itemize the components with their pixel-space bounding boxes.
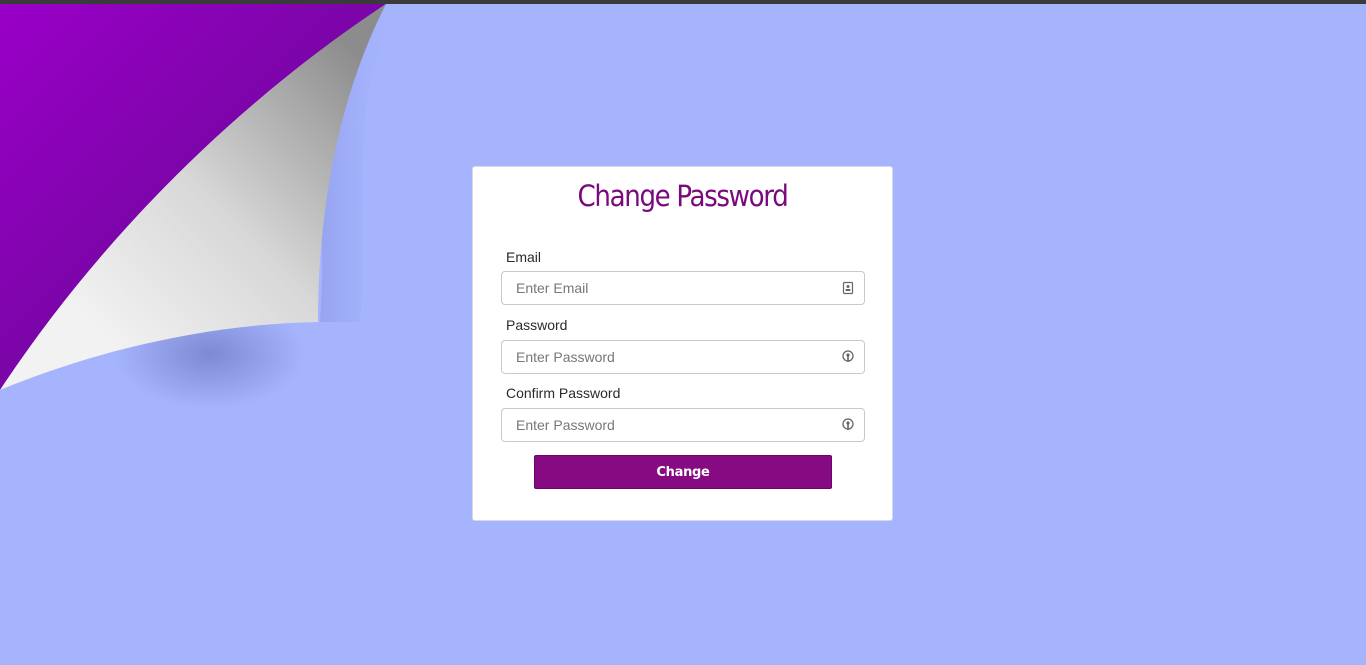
key-icon [842,418,854,430]
confirm-password-field-wrapper [501,408,865,442]
page-title: Change Password [577,179,789,213]
key-icon [842,350,854,362]
confirm-password-input[interactable] [516,409,826,441]
change-password-card: Change Password Email Password Confirm P… [472,166,893,521]
contact-card-icon [842,281,854,295]
password-label: Password [506,317,568,333]
page-curl-decoration [0,4,400,409]
email-field-wrapper [501,271,865,305]
password-field-wrapper [501,340,865,374]
email-input[interactable] [516,272,826,304]
change-button[interactable]: Change [534,455,832,489]
password-input[interactable] [516,341,826,373]
email-label: Email [506,249,542,265]
confirm-password-label: Confirm Password [506,385,621,401]
